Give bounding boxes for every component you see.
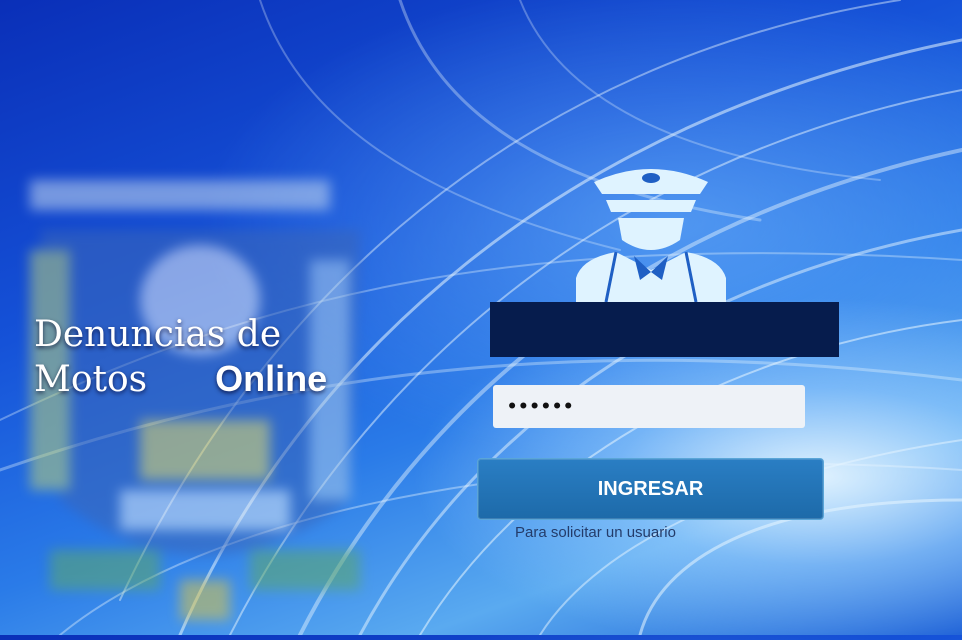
password-field[interactable]: •••••• xyxy=(493,385,805,428)
username-field-redacted[interactable] xyxy=(490,302,839,357)
police-officer-icon xyxy=(576,169,726,302)
request-user-link[interactable]: Para solicitar un usuario xyxy=(515,524,676,541)
login-button[interactable]: INGRESAR xyxy=(477,458,824,520)
blurred-shield-emblem xyxy=(30,180,360,620)
title-line-2-row: Motos Online xyxy=(34,357,327,402)
title-line-1: Denuncias de xyxy=(34,314,282,355)
title-line-2: Motos xyxy=(34,359,148,400)
app-title: Denuncias de Motos Online xyxy=(34,313,327,402)
title-online: Online xyxy=(215,358,328,399)
